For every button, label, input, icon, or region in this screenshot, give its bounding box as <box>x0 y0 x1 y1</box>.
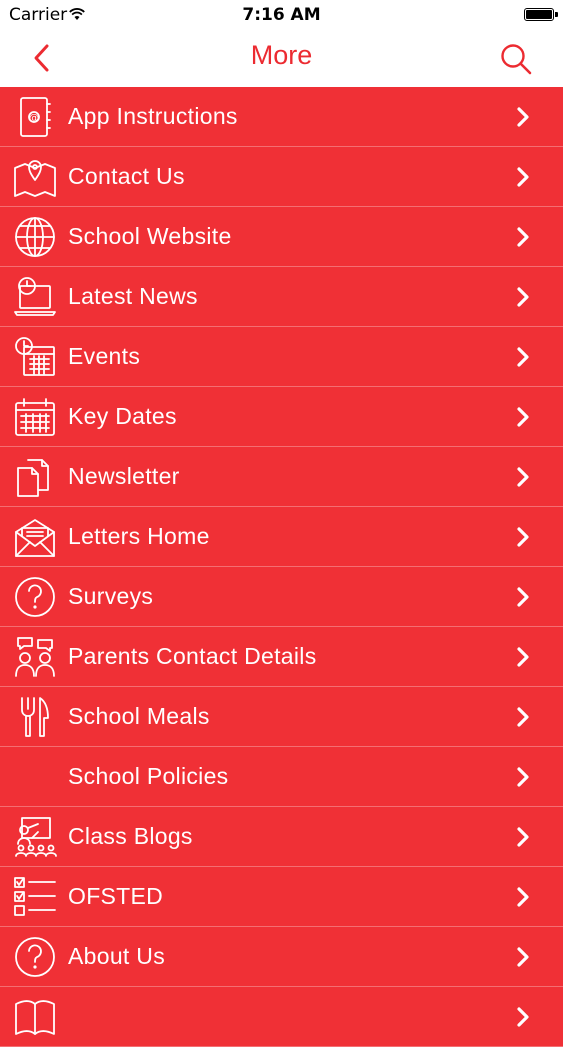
navigation-bar: More <box>0 30 563 87</box>
question-icon <box>12 574 58 620</box>
menu-item-school-meals[interactable]: School Meals <box>0 687 563 747</box>
menu-item-class-blogs[interactable]: Class Blogs <box>0 807 563 867</box>
book-icon <box>12 994 58 1040</box>
documents-icon <box>12 454 58 500</box>
menu-item-newsletter[interactable]: Newsletter <box>0 447 563 507</box>
menu-item-label: Events <box>68 343 141 369</box>
chevron-right-icon <box>516 347 530 367</box>
checklist-icon <box>12 874 58 920</box>
menu-item-label: App Instructions <box>68 103 238 129</box>
menu-item-surveys[interactable]: Surveys <box>0 567 563 627</box>
chevron-right-icon <box>516 767 530 787</box>
chevron-right-icon <box>516 167 530 187</box>
chevron-right-icon <box>516 707 530 727</box>
clock: 7:16 AM <box>242 5 321 25</box>
chevron-right-icon <box>516 887 530 907</box>
calendar-clock-icon <box>12 334 58 380</box>
menu-item-label: School Website <box>68 223 232 249</box>
menu-item-label: Class Blogs <box>68 823 193 849</box>
people-chat-icon <box>12 634 58 680</box>
address-book-icon: @ <box>12 94 58 140</box>
menu-item-label: Latest News <box>68 283 198 309</box>
menu-item-school-website[interactable]: School Website <box>0 207 563 267</box>
menu-item-label: School Meals <box>68 703 210 729</box>
menu-item-letters-home[interactable]: Letters Home <box>0 507 563 567</box>
search-button[interactable] <box>499 42 533 76</box>
menu-item-ofsted[interactable]: OFSTED <box>0 867 563 927</box>
menu-item-label: Newsletter <box>68 463 180 489</box>
chevron-right-icon <box>516 587 530 607</box>
chevron-right-icon <box>516 467 530 487</box>
menu-item-latest-news[interactable]: Latest News <box>0 267 563 327</box>
map-pin-icon <box>12 154 58 200</box>
menu-item-label: Parents Contact Details <box>68 643 317 669</box>
menu-item-label: Letters Home <box>68 523 210 549</box>
menu-item-label: Surveys <box>68 583 154 609</box>
question-icon <box>12 934 58 980</box>
chevron-right-icon <box>516 227 530 247</box>
menu-item-key-dates[interactable]: Key Dates <box>0 387 563 447</box>
menu-item-label: Key Dates <box>68 403 177 429</box>
laptop-clock-icon <box>12 274 58 320</box>
page-title: More <box>250 40 313 70</box>
menu-item-contact-us[interactable]: Contact Us <box>0 147 563 207</box>
menu-item-school-policies[interactable]: School Policies <box>0 747 563 807</box>
globe-icon <box>12 214 58 260</box>
menu-item-parents-contact-details[interactable]: Parents Contact Details <box>0 627 563 687</box>
chevron-right-icon <box>516 647 530 667</box>
battery-icon <box>524 8 558 21</box>
menu-item-events[interactable]: Events <box>0 327 563 387</box>
fork-knife-icon <box>12 694 58 740</box>
envelope-icon <box>12 514 58 560</box>
menu-item-label: Contact Us <box>68 163 185 189</box>
menu-item-label: School Policies <box>68 763 229 789</box>
chevron-right-icon <box>516 827 530 847</box>
chevron-right-icon <box>516 107 530 127</box>
menu-item-label: OFSTED <box>68 883 164 909</box>
menu-item-item-15[interactable] <box>0 987 563 1047</box>
menu-item-label: About Us <box>68 943 166 969</box>
calendar-icon <box>12 394 58 440</box>
menu-list: @ App Instructions Contact Us School Websit… <box>0 87 563 1047</box>
classroom-icon <box>12 814 58 860</box>
chevron-right-icon <box>516 947 530 967</box>
svg-text:@: @ <box>29 113 39 124</box>
status-bar: Carrier 7:16 AM <box>0 0 563 30</box>
chevron-right-icon <box>516 407 530 427</box>
menu-item-app-instructions[interactable]: @ App Instructions <box>0 87 563 147</box>
search-icon <box>501 44 532 75</box>
chevron-right-icon <box>516 287 530 307</box>
chevron-right-icon <box>516 1007 530 1027</box>
menu-item-about-us[interactable]: About Us <box>0 927 563 987</box>
chevron-right-icon <box>516 527 530 547</box>
